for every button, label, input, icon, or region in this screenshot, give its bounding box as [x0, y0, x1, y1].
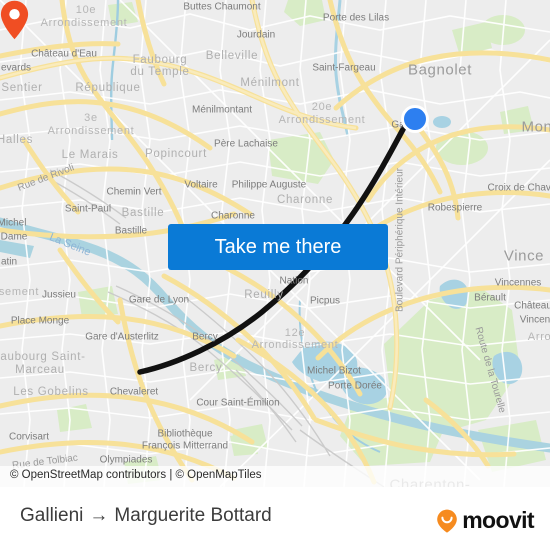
moovit-trip-map-page: 10e Arrondissement Buttes Chaumont Porte de…	[0, 0, 550, 550]
moovit-pin-icon	[437, 509, 458, 533]
take-me-there-button[interactable]: Take me there	[168, 224, 388, 270]
footer-bar: Gallieni → Marguerite Bottard moovit	[0, 487, 550, 550]
map-attribution-bar: © OpenStreetMap contributors | © OpenMap…	[0, 466, 550, 487]
destination-marker[interactable]	[0, 0, 29, 40]
moovit-logo[interactable]: moovit	[434, 507, 535, 534]
attribution-text[interactable]: © OpenStreetMap contributors | © OpenMap…	[10, 469, 262, 481]
origin-marker[interactable]	[401, 105, 429, 133]
moovit-wordmark: moovit	[462, 507, 534, 533]
trip-summary: Gallieni → Marguerite Bottard	[20, 505, 272, 527]
trip-origin-label: Gallieni	[20, 505, 84, 526]
arrow-right-icon: →	[89, 505, 109, 526]
map-canvas[interactable]: 10e Arrondissement Buttes Chaumont Porte de…	[0, 0, 550, 487]
trip-destination-label: Marguerite Bottard	[114, 505, 272, 526]
